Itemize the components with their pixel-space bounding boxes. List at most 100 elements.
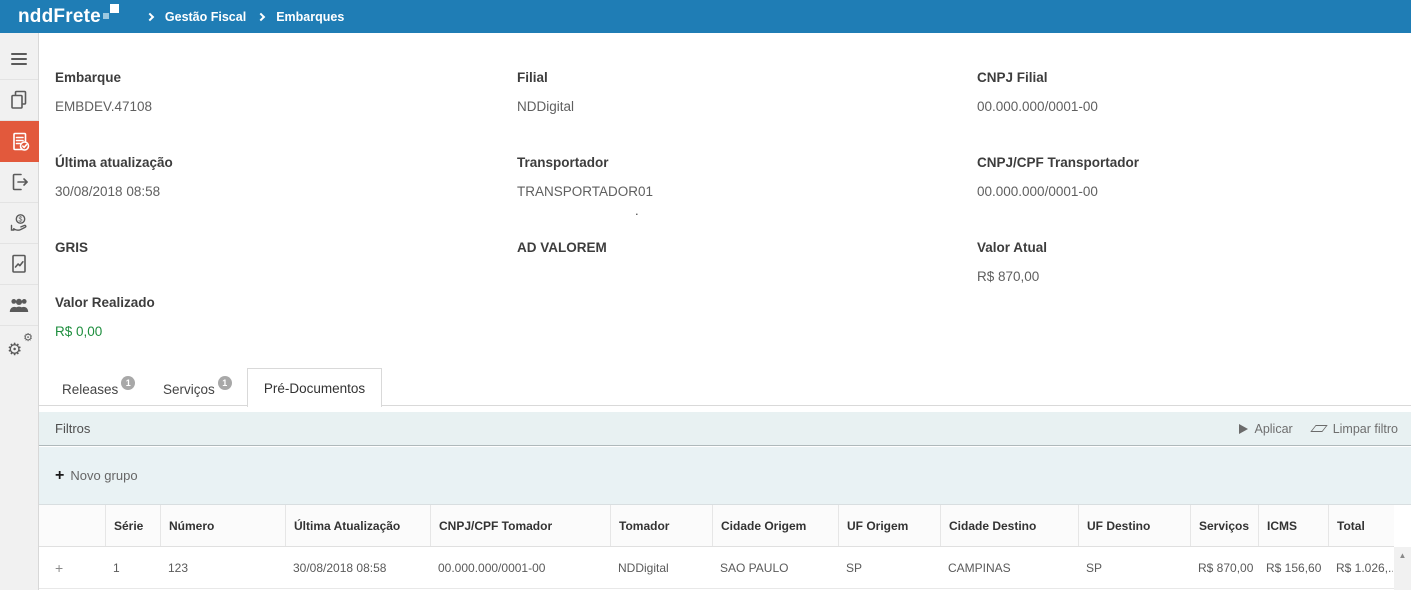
cell-uf-origem: SP	[846, 560, 863, 575]
field-value: 30/08/2018 08:58	[55, 184, 161, 199]
breadcrumb-gestao-fiscal[interactable]: Gestão Fiscal	[165, 10, 246, 24]
cell-serie: 1	[113, 560, 120, 575]
field-embarque: Embarque EMBDEV.47108	[55, 70, 152, 114]
column-header-serie[interactable]: Série	[105, 505, 160, 546]
column-header-total[interactable]: Total	[1328, 505, 1393, 546]
cell-uf-destino: SP	[1086, 560, 1103, 575]
cell-total: R$ 1.026,...	[1336, 560, 1393, 575]
tab-releases[interactable]: Releases 1	[62, 376, 136, 398]
copy-documents-icon	[11, 90, 27, 109]
column-header-icms[interactable]: ICMS	[1258, 505, 1328, 546]
column-header-uf-destino[interactable]: UF Destino	[1078, 505, 1190, 546]
field-cnpj-cpf-transportador: CNPJ/CPF Transportador 00.000.000/0001-0…	[977, 155, 1140, 199]
scroll-up-arrow-icon[interactable]: ▲	[1394, 547, 1411, 564]
filters-title: Filtros	[55, 421, 91, 436]
field-label: Transportador	[517, 155, 609, 170]
sidebar-item-fiscal-documents[interactable]	[0, 121, 39, 162]
tab-pre-documentos[interactable]: Pré-Documentos	[247, 368, 382, 407]
column-header-tomador[interactable]: Tomador	[610, 505, 712, 546]
field-value: R$ 870,00	[977, 269, 1040, 284]
field-value: TRANSPORTADOR01	[517, 184, 654, 199]
field-label: Última atualização	[55, 155, 173, 170]
field-label: AD VALOREM	[517, 240, 607, 255]
clear-filter-button[interactable]: Limpar filtro	[1309, 422, 1398, 436]
field-label: CNPJ Filial	[977, 70, 1048, 85]
field-value: 00.000.000/0001-00	[977, 99, 1098, 114]
app-logo: nddFrete	[18, 3, 119, 28]
cell-cidade-destino: CAMPINAS	[948, 560, 1011, 575]
tab-bar: Releases 1 Serviços 1 Pré-Documentos	[39, 368, 1411, 407]
column-header-servicos[interactable]: Serviços	[1190, 505, 1258, 546]
money-hand-icon: $	[10, 214, 27, 231]
field-label: GRIS	[55, 240, 89, 255]
report-chart-icon	[12, 254, 26, 273]
play-icon	[1239, 423, 1249, 434]
chevron-right-icon	[256, 12, 266, 21]
svg-text:$: $	[19, 216, 23, 223]
stray-dot: .	[635, 203, 639, 218]
filter-bar: Filtros Aplicar Limpar filtro	[39, 412, 1411, 446]
main-content: Embarque EMBDEV.47108 Filial NDDigital C…	[39, 33, 1411, 590]
sidebar-item-users[interactable]	[0, 285, 38, 326]
settings-gears-icon: ⚙ ⚙	[7, 331, 33, 359]
cell-servicos: R$ 870,00	[1198, 560, 1254, 575]
field-gris: GRIS	[55, 240, 88, 255]
field-label: CNPJ/CPF Transportador	[977, 155, 1140, 170]
field-cnpj-filial: CNPJ Filial 00.000.000/0001-00	[977, 70, 1098, 114]
cell-tomador: NDDigital	[618, 560, 669, 575]
breadcrumb: Gestão Fiscal Embarques	[145, 10, 344, 24]
field-label: Filial	[517, 70, 548, 85]
cell-ultima-atualizacao: 30/08/2018 08:58	[293, 560, 387, 575]
group-toolbar: + Novo grupo	[39, 447, 1411, 505]
sidebar-item-menu[interactable]	[0, 39, 38, 80]
column-header-numero[interactable]: Número	[160, 505, 285, 546]
eraser-icon	[1309, 425, 1328, 432]
sidebar-item-settings[interactable]: ⚙ ⚙	[0, 326, 38, 367]
column-header-ultima-atualizacao[interactable]: Última Atualização	[285, 505, 430, 546]
column-header-cidade-origem[interactable]: Cidade Origem	[712, 505, 838, 546]
menu-icon	[11, 53, 27, 65]
column-header-expand[interactable]	[39, 505, 105, 546]
field-valor-atual: Valor Atual R$ 870,00	[977, 240, 1048, 284]
breadcrumb-embarques[interactable]: Embarques	[276, 10, 344, 24]
tab-servicos-badge: 1	[217, 376, 232, 390]
sidebar: $ ⚙ ⚙	[0, 33, 39, 590]
document-check-icon	[12, 132, 29, 151]
field-value: NDDigital	[517, 99, 575, 114]
field-label: Valor Atual	[977, 240, 1048, 255]
field-label: Valor Realizado	[55, 295, 155, 310]
row-expand-button[interactable]: +	[39, 547, 105, 588]
cell-numero: 123	[168, 560, 189, 575]
tab-servicos[interactable]: Serviços 1	[163, 376, 232, 398]
chevron-right-icon	[145, 12, 155, 21]
sidebar-item-export[interactable]	[0, 162, 38, 203]
users-icon	[9, 298, 29, 312]
new-group-button[interactable]: Novo grupo	[70, 468, 137, 483]
plus-icon: +	[55, 466, 65, 484]
tab-releases-badge: 1	[121, 376, 136, 390]
column-header-cidade-destino[interactable]: Cidade Destino	[940, 505, 1078, 546]
export-icon	[12, 173, 28, 191]
app-header: nddFrete Gestão Fiscal Embarques	[0, 0, 1411, 33]
sidebar-item-reports[interactable]	[0, 244, 38, 285]
field-ultima-atualizacao: Última atualização 30/08/2018 08:58	[55, 155, 173, 199]
field-ad-valorem: AD VALOREM	[517, 240, 607, 255]
sidebar-item-documents[interactable]	[0, 80, 38, 121]
field-valor-realizado: Valor Realizado R$ 0,00	[55, 295, 155, 339]
cell-cidade-origem: SAO PAULO	[720, 560, 789, 575]
column-header-cnpj-cpf-tomador[interactable]: CNPJ/CPF Tomador	[430, 505, 610, 546]
app-logo-text: nddFrete	[18, 5, 101, 27]
field-value: 00.000.000/0001-00	[977, 184, 1098, 199]
column-header-uf-origem[interactable]: UF Origem	[838, 505, 940, 546]
cell-cnpj-cpf-tomador: 00.000.000/0001-00	[438, 560, 546, 575]
field-value: EMBDEV.47108	[55, 99, 153, 114]
field-label: Embarque	[55, 70, 122, 85]
table-vertical-scrollbar[interactable]: ▲	[1394, 547, 1411, 590]
apply-filter-button[interactable]: Aplicar	[1239, 422, 1293, 436]
sidebar-item-payments[interactable]: $	[0, 203, 38, 244]
field-transportador: Transportador TRANSPORTADOR01	[517, 155, 653, 199]
field-value: R$ 0,00	[55, 324, 103, 339]
cell-icms: R$ 156,60	[1266, 560, 1322, 575]
table-header: Série Número Última Atualização CNPJ/CPF…	[39, 505, 1394, 547]
table-row[interactable]: + 1 123 30/08/2018 08:58 00.000.000/0001…	[39, 547, 1394, 589]
